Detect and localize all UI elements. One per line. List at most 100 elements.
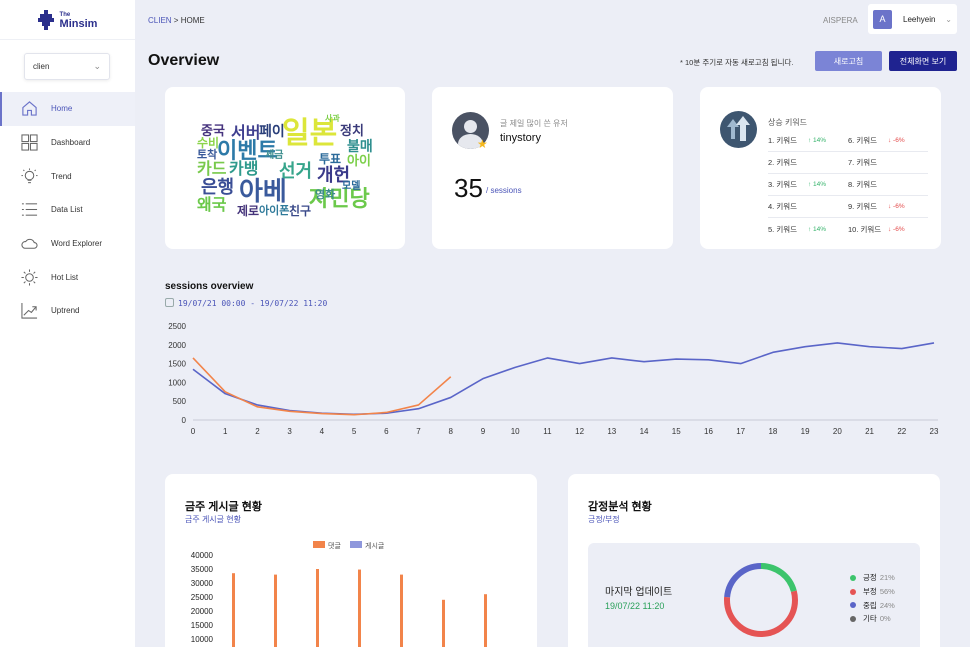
x-tick-label: 15 [672, 427, 681, 436]
cloud-icon [20, 235, 38, 253]
y-tick-label: 20000 [191, 607, 214, 616]
keyword-item[interactable]: 7. 키워드 [848, 157, 928, 168]
bar [232, 573, 235, 647]
legend-dot [850, 588, 856, 595]
top-user-name[interactable]: tinystory [500, 132, 541, 144]
chevron-down-icon: ⌄ [93, 61, 101, 71]
breadcrumb-root[interactable]: CLIEN [148, 16, 172, 25]
x-tick-label: 6 [384, 427, 389, 436]
org-name: AISPERA [823, 15, 858, 25]
x-tick-label: 23 [930, 427, 939, 436]
keyword-item[interactable]: 6. 키워드 ↓ -6% [848, 135, 928, 146]
keyword-name: 9. 키워드 [848, 202, 878, 211]
legend-item: 부정 56% [850, 585, 895, 599]
bulb-icon [20, 167, 38, 185]
sidebar-item-hot-list[interactable]: Hot List [0, 260, 135, 294]
legend-item: 긍정 21% [850, 571, 895, 585]
keyword-name: 5. 키워드 [768, 224, 798, 234]
keyword-trend: ↓ -6% [888, 137, 905, 144]
keyword-item[interactable]: 9. 키워드 ↓ -6% [848, 201, 928, 212]
keyword-trend: ↓ -6% [888, 225, 905, 233]
legend-value: 21% [879, 573, 895, 583]
keyword-row: 3. 키워드 ↑ 14% 8. 키워드 [768, 174, 928, 196]
legend-label-comments: 댓글 [328, 541, 341, 550]
sidebar-item-uptrend[interactable]: Uptrend [0, 294, 135, 328]
wordcloud-word: 카드 [197, 159, 227, 178]
site-select[interactable]: clien ⌄ [24, 53, 110, 80]
keyword-name: 3. 키워드 [768, 180, 798, 189]
keyword-name: 1. 키워드 [768, 136, 798, 145]
y-tick-label: 30000 [191, 579, 214, 588]
sidebar-item-dashboard[interactable]: Dashboard [0, 126, 135, 160]
keyword-item[interactable]: 4. 키워드 [768, 201, 848, 212]
keyword-item[interactable]: 2. 키워드 [768, 157, 848, 168]
legend-value: 24% [879, 600, 895, 610]
breadcrumb-current: HOME [180, 15, 205, 25]
refresh-button[interactable]: 새로고침 [815, 51, 882, 71]
sidebar-item-trend[interactable]: Trend [0, 159, 135, 193]
keyword-trend: ↑ 14% [808, 225, 827, 233]
legend-value: 56% [879, 587, 895, 597]
dashboard-icon [20, 134, 38, 152]
list-icon [20, 201, 38, 219]
keyword-row: 5. 키워드 ↑ 14% 10. 키워드 ↓ -6% [768, 218, 928, 240]
wordcloud-word: 수비 [197, 136, 220, 150]
y-tick-label: 2500 [168, 322, 186, 331]
series-line-1 [192, 357, 452, 416]
fullscreen-button[interactable]: 전체화면 보기 [889, 51, 957, 71]
x-tick-label: 22 [897, 427, 906, 436]
top-user-label: 글 제일 많이 쓴 유저 [500, 119, 568, 128]
legend-item: 기타 0% [850, 612, 895, 626]
bar [484, 594, 487, 647]
sidebar-item-home[interactable]: Home [0, 92, 135, 126]
refresh-note: * 10분 주기로 자동 새로고침 됩니다. [680, 58, 794, 67]
bar [358, 569, 361, 647]
sessions-line-chart: 050010001500200025000 1 2 3 4 5 6 7 8 9 10 11 12 13 14… [168, 322, 939, 436]
keyword-item[interactable]: 1. 키워드 ↑ 14% [768, 135, 848, 146]
weekly-posts-card: 금주 게시글 현황 금주 게시글 현황 댓글 게시글 10000 15000 20000… [165, 474, 537, 647]
sidebar-item-label: Word Explorer [51, 239, 102, 249]
keyword-item[interactable]: 8. 키워드 [848, 179, 928, 190]
keyword-item[interactable]: 3. 키워드 ↑ 14% [768, 179, 848, 190]
keyword-item[interactable]: 10. 키워드 ↓ -6% [848, 224, 928, 235]
sidebar-item-data-list[interactable]: Data List [0, 193, 135, 227]
x-tick-label: 20 [833, 427, 842, 436]
home-icon [20, 100, 38, 118]
sessions-range[interactable]: 19/07/21 00:00 - 19/07/22 11:20 [165, 298, 327, 308]
wordcloud-word: 왜국 [197, 195, 227, 214]
sessions-unit: / sessions [486, 186, 522, 195]
x-tick-label: 7 [416, 427, 421, 436]
y-tick-label: 0 [182, 416, 187, 425]
minsim-logo-icon [37, 9, 54, 30]
user-name: Leehyein [903, 14, 936, 24]
sentiment-legend: 긍정 21% 부정 56% 중립 24% 기타 0% [850, 571, 895, 626]
keyword-trend: ↑ 14% [808, 137, 827, 144]
sessions-count: 35 [454, 173, 483, 203]
uptrend-icon [20, 302, 38, 320]
logo[interactable]: The Minsim [0, 0, 135, 40]
sidebar-item-label: Dashboard [51, 138, 91, 148]
user-menu[interactable]: A Leehyein ⌄ [868, 4, 957, 34]
keyword-name: 4. 키워드 [768, 202, 798, 211]
logo-name: Minsim [59, 17, 98, 30]
keyword-trend: ↓ -6% [888, 203, 905, 210]
y-tick-label: 35000 [191, 565, 214, 574]
wordcloud-word: 일본 [282, 116, 338, 151]
legend-item: 중립 24% [850, 598, 895, 612]
last-update-label: 마지막 업데이트 [605, 587, 673, 598]
sidebar-item-word-explorer[interactable]: Word Explorer [0, 227, 135, 261]
x-tick-label: 11 [543, 427, 552, 436]
page-title: Overview [148, 52, 220, 69]
legend-dot [850, 574, 856, 581]
wordcloud-word: 제로 [237, 204, 260, 218]
x-tick-label: 21 [865, 427, 874, 436]
wordcloud-word: 페이 [259, 124, 285, 140]
bar [400, 574, 403, 647]
wordcloud-word: 토착 [197, 148, 218, 161]
wordcloud[interactable]: 일본 이벤트 아베 자민당 서버 페이 선거 개헌 카드 카뱅 은행 중국 정치… [197, 107, 377, 225]
last-update-date: 19/07/22 11:20 [605, 601, 665, 611]
wordcloud-word: 카뱅 [229, 159, 259, 178]
sidebar: The Minsim clien ⌄ Home Dashboard Trend … [0, 0, 135, 647]
sidebar-item-label: Home [51, 104, 73, 114]
keyword-item[interactable]: 5. 키워드 ↑ 14% [768, 224, 848, 235]
